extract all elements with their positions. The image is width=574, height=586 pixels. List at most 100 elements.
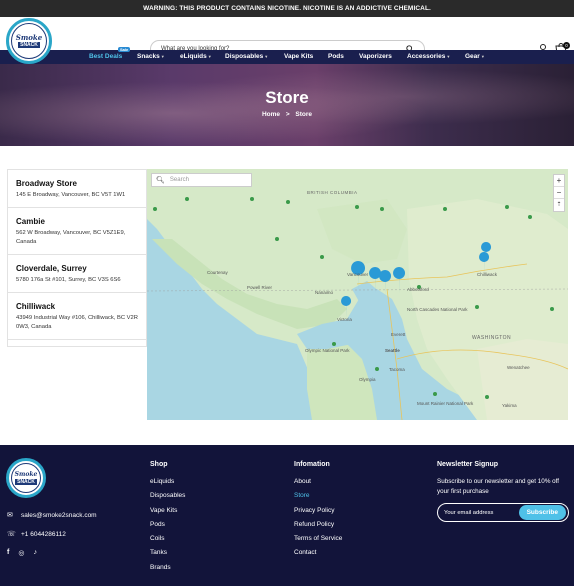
- map-label-everett: Everett: [391, 332, 406, 337]
- sale-badge: Sale: [118, 47, 131, 52]
- site-header: What are you looking for? 0: [0, 17, 574, 58]
- store-name: Cambie: [16, 217, 45, 226]
- main-nav: Best Deals Sale Snacks▼ eLiquids▼ Dispos…: [0, 47, 574, 64]
- map-label-abbotsford: Abbotsford: [407, 287, 429, 292]
- nicotine-warning-bar: WARNING: THIS PRODUCT CONTAINS NICOTINE.…: [0, 0, 574, 17]
- store-address: 43949 Industrial Way #106, Chilliwack, B…: [16, 315, 138, 330]
- newsletter-text: Subscribe to our newsletter and get 10% …: [437, 478, 560, 495]
- footer-link[interactable]: Terms of Service: [294, 535, 342, 549]
- breadcrumb-separator: >: [285, 111, 290, 118]
- footer-logo[interactable]: Smoke SNACK: [6, 458, 46, 498]
- nav-item-snacks[interactable]: Snacks▼: [137, 53, 165, 60]
- map-label-powell-river: Powell River: [247, 285, 273, 290]
- footer-link[interactable]: Pods: [150, 521, 185, 535]
- site-logo[interactable]: Smoke SNACK: [6, 18, 52, 64]
- map-search-placeholder: Search: [169, 177, 189, 183]
- map-label-bc: BRITISH COLUMBIA: [307, 190, 358, 195]
- nav-item-eliquids[interactable]: eLiquids▼: [180, 53, 212, 60]
- breadcrumb-home-link[interactable]: Home: [262, 111, 280, 118]
- nav-item-vaporizers[interactable]: Vaporizers: [359, 53, 392, 60]
- map-label-victoria: Victoria: [337, 317, 352, 322]
- footer-shop-title: Shop: [150, 461, 168, 468]
- map-label-courtenay: Courtenay: [207, 270, 229, 275]
- footer-info-title: Infomation: [294, 461, 330, 468]
- cart-count-badge: 0: [563, 42, 570, 49]
- breadcrumb-current: Store: [295, 111, 313, 118]
- chevron-down-icon: ▼: [264, 54, 269, 59]
- map-label-vancouver: Vancouver: [347, 272, 369, 277]
- map-zoom-controls: + − ⇡: [553, 174, 565, 212]
- store-name: Broadway Store: [16, 179, 77, 188]
- tiktok-icon[interactable]: ♪: [33, 549, 37, 557]
- newsletter-email-field[interactable]: Your email address Subscribe: [437, 503, 569, 522]
- chevron-down-icon: ▼: [480, 54, 485, 59]
- map-label-tacoma: Tacoma: [389, 367, 405, 372]
- store-item[interactable]: Cloverdale, Surrey 5780 176a St #101, Su…: [8, 255, 146, 293]
- footer-link[interactable]: Disposables: [150, 492, 185, 506]
- nav-item-pods[interactable]: Pods: [328, 53, 344, 60]
- footer-link[interactable]: Contact: [294, 549, 342, 563]
- map-canvas[interactable]: BRITISH COLUMBIA WASHINGTON Vancouver Vi…: [147, 169, 568, 420]
- map-label-north-cascades: North Cascades National Park: [407, 307, 468, 312]
- nav-item-best-deals[interactable]: Best Deals: [89, 53, 122, 60]
- map-label-olympic-np: Olympic National Park: [305, 348, 350, 353]
- zoom-out-button[interactable]: −: [554, 187, 564, 199]
- phone-icon: ☏: [7, 531, 16, 538]
- social-links: f ◎ ♪: [7, 549, 37, 557]
- store-item[interactable]: Cambie 562 W Broadway, Vancouver, BC V5Z…: [8, 208, 146, 255]
- newsletter-title: Newsletter Signup: [437, 461, 499, 468]
- store-address: 5780 176a St #101, Surrey, BC V3S 6S6: [16, 277, 121, 283]
- map-label-seattle: Seattle: [385, 348, 400, 353]
- footer-link[interactable]: About: [294, 478, 342, 492]
- zoom-in-button[interactable]: +: [554, 175, 564, 187]
- map-label-nanaimo: Nanaimo: [315, 290, 334, 295]
- chevron-down-icon: ▼: [160, 54, 165, 59]
- store-item[interactable]: Broadway Store 145 E Broadway, Vancouver…: [8, 170, 146, 208]
- footer-link[interactable]: eLiquids: [150, 478, 185, 492]
- footer-link[interactable]: Brands: [150, 564, 185, 578]
- nav-item-accessories[interactable]: Accessories▼: [407, 53, 450, 60]
- store-list: Broadway Store 145 E Broadway, Vancouver…: [7, 169, 147, 347]
- footer-email[interactable]: ✉ sales@smoke2snack.com: [7, 511, 97, 520]
- facebook-icon[interactable]: f: [7, 549, 9, 557]
- store-name: Cloverdale, Surrey: [16, 264, 87, 273]
- map-label-olympia: Olympia: [359, 377, 376, 382]
- footer-link[interactable]: Privacy Policy: [294, 507, 342, 521]
- footer-link[interactable]: Coils: [150, 535, 185, 549]
- store-name: Chilliwack: [16, 302, 56, 311]
- search-icon: 🔍︎: [156, 177, 165, 184]
- footer-shop-column: Shop eLiquids Disposables Vape Kits Pods…: [150, 461, 185, 578]
- chevron-down-icon: ▼: [446, 54, 451, 59]
- mail-icon: ✉: [7, 512, 13, 519]
- footer-link-active[interactable]: Store: [294, 492, 342, 506]
- compass-icon[interactable]: ⇡: [554, 199, 564, 211]
- subscribe-button[interactable]: Subscribe: [518, 505, 566, 520]
- page-hero-banner: Store Home > Store: [0, 64, 574, 146]
- map-label-washington: WASHINGTON: [472, 335, 511, 341]
- page-title: Store: [265, 88, 309, 107]
- map-label-rainier-np: Mount Rainier National Park: [417, 401, 474, 406]
- nav-item-gear[interactable]: Gear▼: [465, 53, 485, 60]
- store-address: 562 W Broadway, Vancouver, BC V5Z1E9, Ca…: [16, 230, 126, 245]
- warning-text: WARNING: THIS PRODUCT CONTAINS NICOTINE.…: [143, 5, 431, 12]
- email-placeholder: Your email address: [444, 509, 494, 516]
- nav-item-vape-kits[interactable]: Vape Kits: [284, 53, 313, 60]
- chevron-down-icon: ▼: [207, 54, 212, 59]
- breadcrumb: Home > Store: [0, 111, 574, 118]
- site-footer: Smoke SNACK ✉ sales@smoke2snack.com ☏ +1…: [0, 445, 574, 586]
- nav-item-disposables[interactable]: Disposables▼: [225, 53, 268, 60]
- footer-phone[interactable]: ☏ +1 6044286112: [7, 530, 66, 539]
- map-label-yakima: Yakima: [502, 403, 517, 408]
- store-address: 145 E Broadway, Vancouver, BC V5T 1W1: [16, 192, 126, 198]
- store-item[interactable]: Chilliwack 43949 Industrial Way #106, Ch…: [8, 293, 146, 340]
- instagram-icon[interactable]: ◎: [18, 549, 24, 557]
- store-map[interactable]: BRITISH COLUMBIA WASHINGTON Vancouver Vi…: [147, 169, 568, 420]
- map-label-wenatchee: Wenatchee: [507, 365, 530, 370]
- map-label-chilliwack: Chilliwack: [477, 272, 498, 277]
- footer-info-column: Infomation About Store Privacy Policy Re…: [294, 461, 342, 564]
- footer-link[interactable]: Refund Policy: [294, 521, 342, 535]
- footer-link[interactable]: Vape Kits: [150, 507, 185, 521]
- map-search-input[interactable]: 🔍︎ Search: [151, 173, 252, 187]
- footer-link[interactable]: Tanks: [150, 549, 185, 563]
- newsletter-signup: Newsletter Signup Subscribe to our newsl…: [437, 461, 572, 522]
